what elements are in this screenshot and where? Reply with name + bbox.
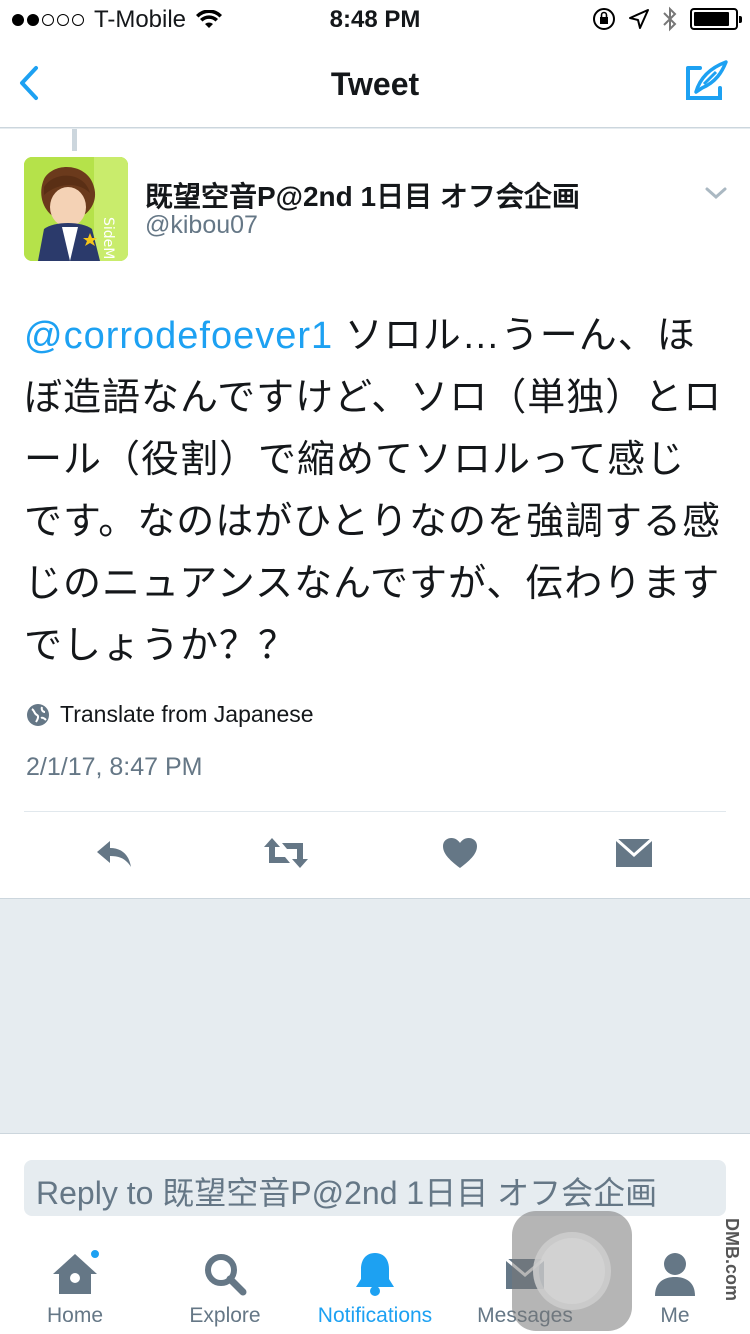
retweet-button[interactable]	[262, 829, 310, 877]
tweet-timestamp: 2/1/17, 8:47 PM	[26, 753, 203, 781]
author-name[interactable]: 既望空音P@2nd 1日目 オフ会企画	[145, 175, 580, 215]
watermark: DMB.com	[722, 1218, 742, 1302]
author-handle[interactable]: @kibou07	[145, 211, 258, 240]
chevron-down-icon[interactable]	[704, 181, 728, 205]
location-icon	[629, 9, 649, 29]
person-icon	[655, 1253, 695, 1296]
reply-bar: Reply to 既望空音P@2nd 1日目 オフ会企画	[0, 1133, 750, 1228]
assistive-touch-button[interactable]	[512, 1211, 632, 1331]
translate-label: Translate from Japanese	[60, 701, 314, 727]
tab-notifications[interactable]: Notifications	[300, 1228, 450, 1334]
divider	[24, 811, 726, 812]
mention-link[interactable]: @corrodefoever1	[24, 315, 333, 357]
retweet-icon	[264, 838, 308, 868]
page-title: Tweet	[330, 66, 420, 102]
tab-label: Notifications	[317, 1304, 433, 1327]
tweet-detail: SideM 既望空音P@2nd 1日目 オフ会企画 @kibou07 @corr…	[0, 129, 750, 899]
like-button[interactable]	[436, 829, 484, 877]
status-right	[592, 6, 742, 32]
tweet-body: ソロル…うーん、ほぼ造語なんですけど、ソロ（単独）とロール（役割）で縮めてソロル…	[24, 315, 723, 667]
direct-message-button[interactable]	[610, 829, 658, 877]
tweet-text: @corrodefoever1 ソロル…うーん、ほぼ造語なんですけど、ソロ（単独…	[24, 305, 724, 677]
bell-icon	[356, 1253, 394, 1296]
navigation-bar: Tweet	[0, 40, 750, 128]
tab-bar: Home Explore Notifications Messages	[0, 1228, 750, 1334]
svg-text:SideM: SideM	[100, 217, 116, 259]
globe-icon	[27, 703, 49, 726]
heart-icon	[443, 838, 477, 868]
tab-label: Home	[46, 1304, 104, 1327]
reply-input[interactable]: Reply to 既望空音P@2nd 1日目 オフ会企画	[24, 1160, 726, 1216]
orientation-lock-icon	[593, 8, 615, 30]
tab-label: Me	[660, 1304, 690, 1327]
envelope-icon	[615, 837, 653, 867]
tweet-actions	[24, 829, 726, 881]
tab-label: Explore	[189, 1304, 261, 1327]
unread-dot	[89, 1248, 101, 1260]
bluetooth-icon	[663, 6, 677, 32]
compose-tweet-icon[interactable]	[682, 58, 730, 106]
reply-icon	[97, 841, 131, 867]
translate-link[interactable]: Translate from Japanese	[26, 701, 314, 728]
tab-explore[interactable]: Explore	[150, 1228, 300, 1334]
reply-button[interactable]	[90, 829, 138, 877]
battery-icon	[690, 8, 742, 30]
status-bar: T-Mobile 8:48 PM	[0, 0, 750, 40]
thread-connector	[72, 129, 77, 151]
tab-home[interactable]: Home	[0, 1228, 150, 1334]
search-icon	[205, 1254, 247, 1296]
avatar[interactable]: SideM	[24, 157, 128, 261]
